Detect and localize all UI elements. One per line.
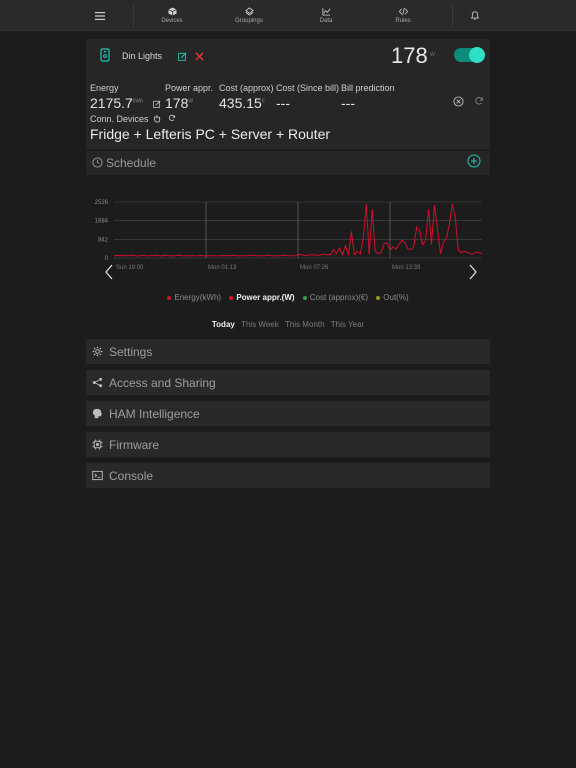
nav-rules-label: Rules bbox=[395, 18, 411, 24]
brain-icon bbox=[92, 408, 103, 419]
legend-energy-dot bbox=[167, 295, 172, 300]
power-chart[interactable]: 252616848420Sun 19:00 Mon 01:13 Mon 07:26 M… bbox=[86, 190, 490, 280]
section-settings-title: Settings bbox=[109, 345, 153, 359]
edit-energy-icon[interactable] bbox=[153, 100, 161, 108]
bill-prediction-header: Bill prediction bbox=[341, 83, 395, 93]
chevron-right-icon[interactable] bbox=[466, 262, 480, 282]
x-tick-label: Mon 07:26 bbox=[300, 265, 329, 271]
x-tick-label: Sun 19:00 bbox=[116, 265, 144, 271]
top-navigation-bar: Devices Groupings Data Rules bbox=[0, 0, 576, 31]
legend-out[interactable]: Out(%) bbox=[376, 293, 409, 302]
device-power-unit: W bbox=[430, 52, 435, 58]
device-card: Din Lights 178 W Energy 2175.7kWh Power … bbox=[86, 39, 490, 149]
layers-icon bbox=[244, 7, 254, 16]
reset-circle-icon[interactable] bbox=[453, 96, 464, 107]
legend-power-label: Power appr.(W) bbox=[236, 293, 295, 302]
y-tick-label: 842 bbox=[98, 237, 109, 243]
x-tick-label: Mon 13:39 bbox=[392, 265, 421, 271]
legend-energy[interactable]: Energy(kWh) bbox=[167, 293, 221, 302]
power-unit: W bbox=[188, 98, 194, 105]
connected-devices-label: Conn. Devices bbox=[90, 114, 149, 124]
period-today[interactable]: Today bbox=[212, 320, 235, 329]
device-plug-icon bbox=[100, 48, 110, 62]
section-access-sharing-title: Access and Sharing bbox=[109, 376, 216, 390]
legend-power[interactable]: Power appr.(W) bbox=[229, 293, 295, 302]
section-access-sharing[interactable]: Access and Sharing bbox=[86, 370, 490, 395]
energy-header: Energy bbox=[90, 83, 119, 93]
energy-unit: kWh bbox=[132, 98, 143, 105]
toggle-knob bbox=[469, 47, 485, 63]
gear-icon bbox=[92, 346, 103, 357]
hand-icon[interactable] bbox=[153, 114, 161, 123]
period-this-year[interactable]: This Year bbox=[331, 320, 364, 329]
period-this-week[interactable]: This Week bbox=[241, 320, 279, 329]
power-value: 178W bbox=[165, 95, 193, 111]
nav-devices-label: Devices bbox=[161, 18, 183, 24]
share-icon bbox=[92, 377, 103, 388]
legend-cost[interactable]: Cost (approx)(€) bbox=[302, 293, 369, 302]
chip-icon bbox=[92, 439, 103, 450]
section-ham-intelligence-title: HAM Intelligence bbox=[109, 407, 200, 421]
period-this-month[interactable]: This Month bbox=[285, 320, 325, 329]
close-icon[interactable] bbox=[195, 52, 204, 61]
section-settings[interactable]: Settings bbox=[86, 339, 490, 364]
legend-out-label: Out(%) bbox=[383, 293, 409, 302]
legend-energy-label: Energy(kWh) bbox=[174, 293, 222, 302]
power-value-number: 178 bbox=[165, 95, 189, 111]
nav-devices[interactable]: Devices bbox=[144, 0, 200, 31]
sync-icon[interactable] bbox=[168, 114, 176, 122]
nav-groupings-label: Groupings bbox=[235, 18, 263, 24]
device-power-toggle[interactable] bbox=[454, 47, 485, 63]
cost-value-number: 435.15 bbox=[219, 95, 262, 111]
legend-cost-dot bbox=[302, 295, 307, 300]
edit-icon[interactable] bbox=[178, 52, 187, 61]
y-tick-label: 1684 bbox=[95, 219, 109, 225]
nav-rules[interactable]: Rules bbox=[375, 0, 431, 31]
cost-header: Cost (approx) bbox=[219, 83, 274, 93]
section-console[interactable]: Console bbox=[86, 463, 490, 488]
nav-groupings[interactable]: Groupings bbox=[221, 0, 277, 31]
connected-devices-list: Fridge + Lefteris PC + Server + Router bbox=[90, 126, 331, 142]
energy-value-number: 2175.7 bbox=[90, 95, 133, 111]
cost-unit: € bbox=[261, 98, 265, 105]
bell-icon[interactable] bbox=[464, 0, 486, 31]
nav-data[interactable]: Data bbox=[298, 0, 354, 31]
schedule-title: Schedule bbox=[106, 156, 157, 170]
cost-since-bill-header: Cost (Since bill) bbox=[276, 83, 340, 93]
chevron-left-icon[interactable] bbox=[102, 262, 116, 282]
code-icon bbox=[398, 7, 408, 16]
cube-icon bbox=[167, 7, 177, 16]
terminal-icon bbox=[92, 470, 103, 481]
line-chart-icon bbox=[321, 7, 330, 16]
section-ham-intelligence[interactable]: HAM Intelligence bbox=[86, 401, 490, 426]
legend-cost-label: Cost (approx)(€) bbox=[309, 293, 369, 302]
period-selector: Today This Week This Month This Year bbox=[0, 320, 576, 329]
cost-value: 435.15€ bbox=[219, 95, 265, 111]
power-header: Power appr. bbox=[165, 83, 214, 93]
clock-icon bbox=[92, 157, 103, 168]
section-console-title: Console bbox=[109, 469, 154, 483]
hamburger-menu-icon[interactable] bbox=[88, 0, 112, 31]
section-firmware-title: Firmware bbox=[109, 438, 159, 452]
device-name: Din Lights bbox=[122, 51, 163, 61]
refresh-icon[interactable] bbox=[474, 96, 484, 106]
y-tick-label: 2526 bbox=[95, 200, 109, 206]
device-power-value: 178 bbox=[391, 43, 428, 68]
legend-power-dot bbox=[229, 295, 234, 300]
section-firmware[interactable]: Firmware bbox=[86, 432, 490, 457]
bill-prediction-value: --- bbox=[341, 95, 355, 111]
add-schedule-icon[interactable] bbox=[467, 154, 481, 168]
cost-since-bill-value: --- bbox=[276, 95, 290, 111]
legend-out-dot bbox=[376, 295, 381, 300]
schedule-bar[interactable]: Schedule bbox=[86, 150, 490, 175]
x-tick-label: Mon 01:13 bbox=[208, 265, 237, 271]
chart-legend: Energy(kWh) Power appr.(W) Cost (approx)… bbox=[0, 293, 576, 302]
energy-value: 2175.7kWh bbox=[90, 95, 143, 111]
nav-data-label: Data bbox=[319, 18, 333, 24]
